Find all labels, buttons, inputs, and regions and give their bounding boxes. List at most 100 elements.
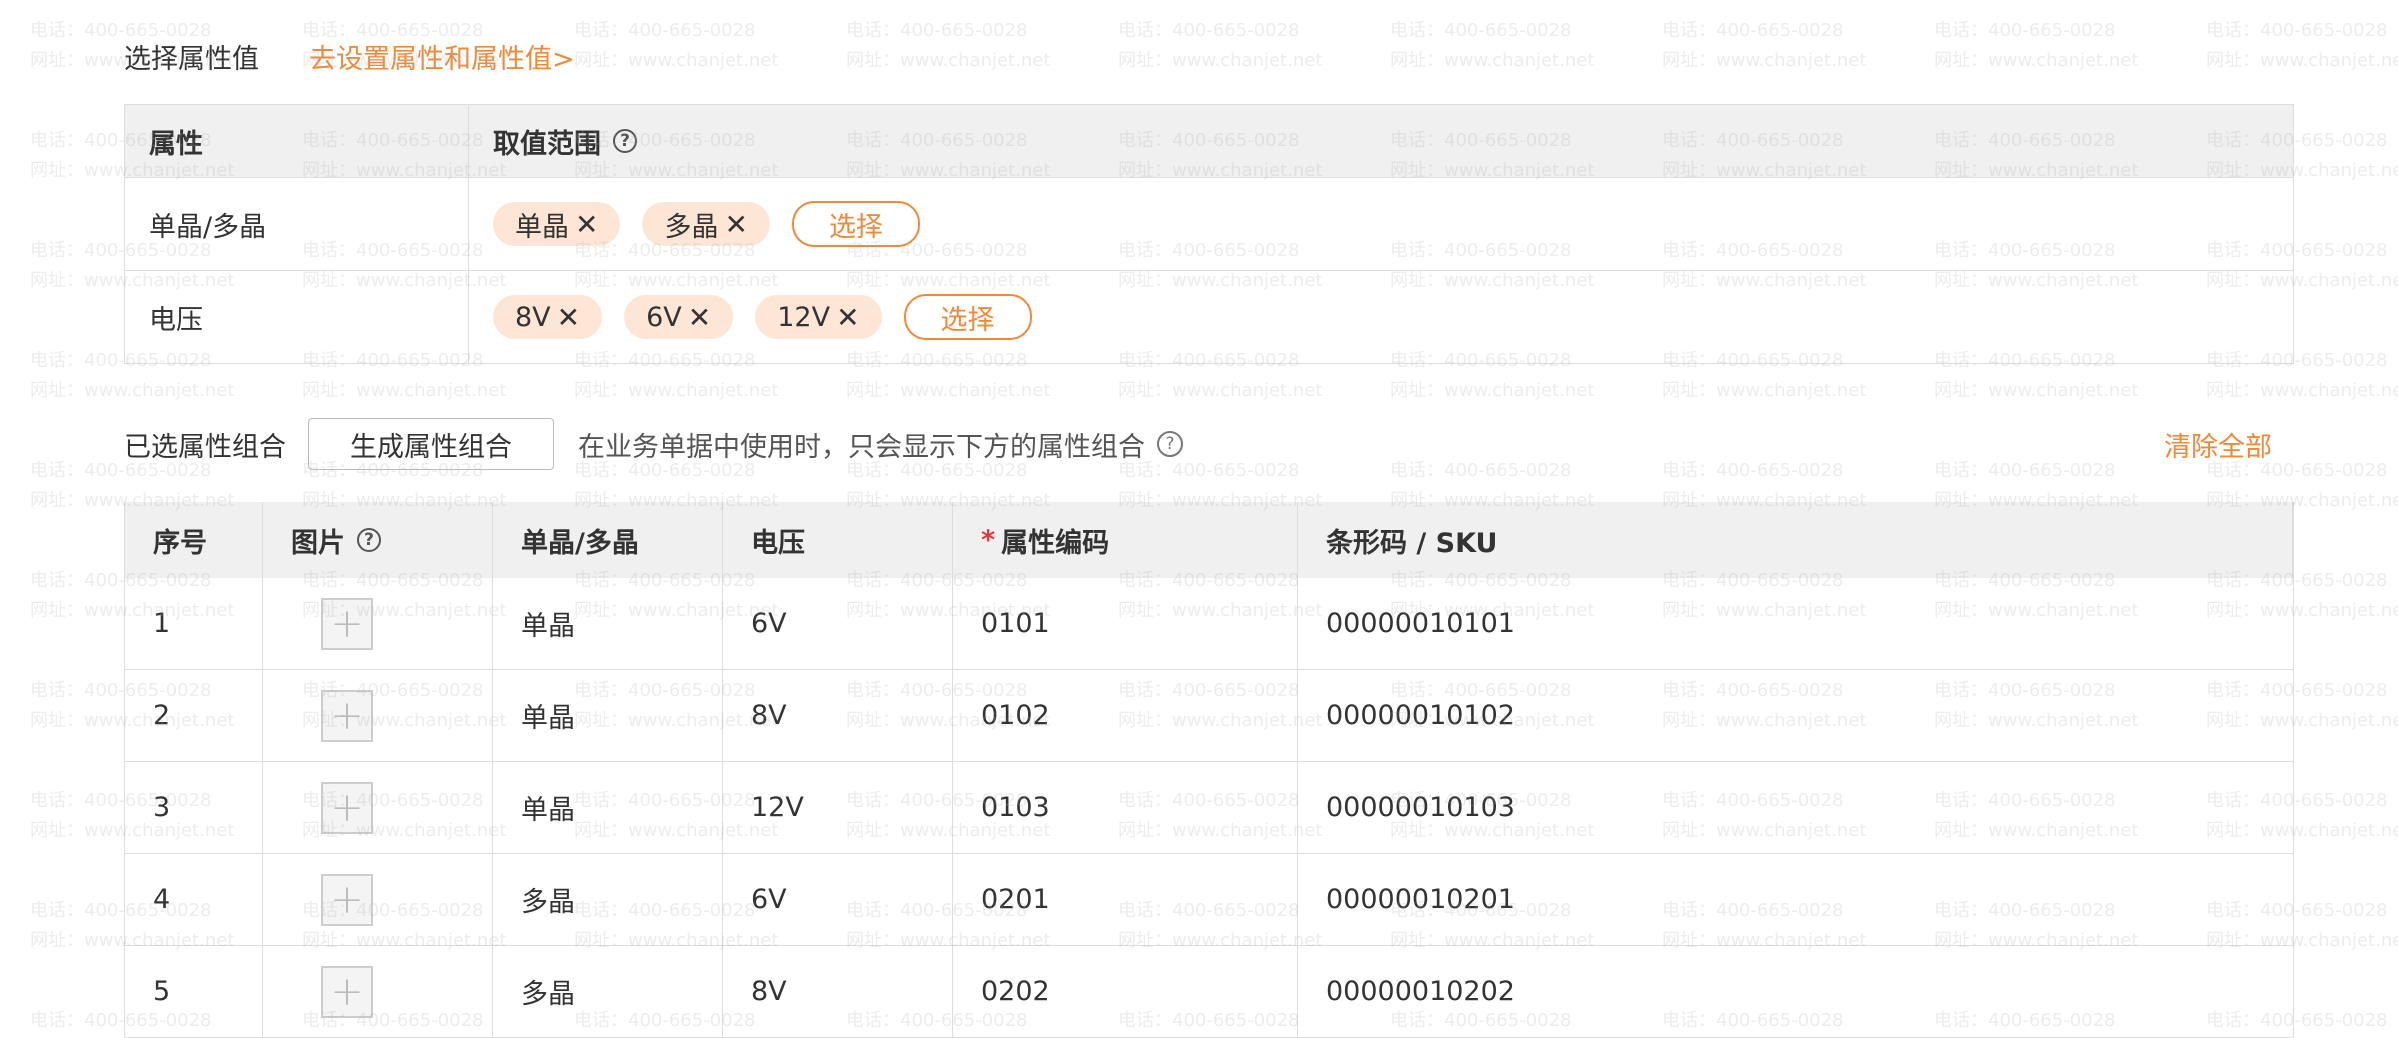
watermark-phone: 电话：400-665-0028 [2206, 20, 2388, 41]
help-icon[interactable]: ? [1157, 431, 1183, 457]
close-icon[interactable]: ✕ [688, 301, 711, 334]
crystal-cell: 单晶 [493, 578, 723, 669]
crystal-cell: 单晶 [493, 670, 723, 761]
watermark-text: 电话：400-665-0028 网址：www.chanjet.net [2206, 16, 2398, 76]
watermark-url: 网址：www.chanjet.net [846, 380, 1051, 401]
barcode-cell[interactable]: 00000010103 [1298, 762, 2293, 853]
select-attribute-label: 选择属性值 [124, 43, 259, 75]
attribute-name-cell: 单晶/多晶 [125, 178, 469, 270]
plus-icon: + [330, 876, 364, 923]
code-cell[interactable]: 0201 [953, 854, 1298, 945]
add-image-button[interactable]: + [321, 781, 373, 834]
value-chip: 6V ✕ [624, 295, 734, 339]
close-icon[interactable]: ✕ [575, 208, 598, 241]
plus-icon: + [330, 784, 364, 831]
watermark-text: 电话：400-665-0028 网址：www.chanjet.net [1662, 16, 1866, 76]
header-index-label: 序号 [153, 527, 207, 559]
watermark-text: 电话：400-665-0028 网址：www.chanjet.net [1390, 16, 1594, 76]
code-value[interactable]: 0103 [981, 792, 1050, 823]
index-cell: 3 [125, 762, 263, 853]
selected-combination-label: 已选属性组合 [124, 431, 286, 463]
code-value[interactable]: 0102 [981, 700, 1050, 731]
watermark-url: 网址：www.chanjet.net [1662, 50, 1867, 71]
generate-combination-button[interactable]: 生成属性组合 [308, 418, 554, 470]
watermark-url: 网址：www.chanjet.net [846, 50, 1051, 71]
barcode-cell[interactable]: 00000010102 [1298, 670, 2293, 761]
help-icon[interactable]: ? [613, 129, 637, 153]
header-code-label: 属性编码 [1001, 527, 1110, 559]
chip-label: 12V [777, 301, 831, 333]
value-chip: 单晶 ✕ [493, 202, 621, 246]
select-values-button[interactable]: 选择 [791, 201, 920, 247]
watermark-url: 网址：www.chanjet.net [302, 380, 507, 401]
close-icon[interactable]: ✕ [836, 301, 859, 334]
combination-hint: 在业务单据中使用时，只会显示下方的属性组合 [578, 431, 1145, 463]
watermark-url: 网址：www.chanjet.net [574, 50, 779, 71]
header-voltage-label: 电压 [751, 527, 805, 559]
barcode-value[interactable]: 00000010202 [1326, 976, 1515, 1007]
row-index: 4 [153, 884, 171, 915]
header-attribute-label: 属性 [149, 128, 203, 160]
barcode-cell[interactable]: 00000010202 [1298, 946, 2293, 1037]
attribute-row-crystal: 单晶/多晶 单晶 ✕ 多晶 ✕ 选择 [125, 178, 2293, 271]
clear-all-link[interactable]: 清除全部 [2164, 425, 2272, 464]
barcode-cell[interactable]: 00000010101 [1298, 578, 2293, 669]
header-image-label: 图片 [291, 527, 345, 559]
watermark-url: 网址：www.chanjet.net [574, 380, 779, 401]
voltage-cell: 8V [723, 946, 953, 1037]
code-cell[interactable]: 0102 [953, 670, 1298, 761]
value-chip: 12V ✕ [755, 295, 882, 339]
header-barcode-label: 条形码 / SKU [1326, 527, 1498, 559]
crystal-value: 多晶 [521, 979, 575, 1010]
row-index: 1 [153, 608, 171, 639]
code-cell[interactable]: 0202 [953, 946, 1298, 1037]
code-value[interactable]: 0101 [981, 608, 1050, 639]
header-range-label: 取值范围 [493, 128, 601, 160]
attribute-table: 属性 取值范围 ? 单晶/多晶 单晶✕ 多晶✕ 选择 电压 8V✕ 6V [124, 104, 2294, 364]
watermark-text: 电话：400-665-0028 网址：www.chanjet.net [574, 16, 778, 76]
table-row: 4 + 多晶 6V 0201 00000010201 [125, 854, 2293, 946]
plus-icon: + [330, 692, 364, 739]
barcode-value[interactable]: 00000010101 [1326, 608, 1515, 639]
voltage-value: 8V [751, 700, 787, 731]
watermark-phone: 电话：400-665-0028 [1934, 20, 2116, 41]
settings-link[interactable]: 去设置属性和属性值> [309, 37, 575, 76]
watermark-url: 网址：www.chanjet.net [2206, 50, 2398, 71]
barcode-value[interactable]: 00000010103 [1326, 792, 1515, 823]
header-image: 图片? [263, 502, 493, 578]
crystal-value: 单晶 [521, 703, 575, 734]
add-image-button[interactable]: + [321, 965, 373, 1018]
voltage-cell: 6V [723, 854, 953, 945]
table-row: 2 + 单晶 8V 0102 00000010102 [125, 670, 2293, 762]
voltage-value: 8V [751, 976, 787, 1007]
voltage-value: 6V [751, 884, 787, 915]
header-barcode: 条形码 / SKU [1298, 502, 2293, 578]
help-icon[interactable]: ? [357, 528, 381, 552]
code-cell[interactable]: 0101 [953, 578, 1298, 669]
code-value[interactable]: 0201 [981, 884, 1050, 915]
barcode-value[interactable]: 00000010201 [1326, 884, 1515, 915]
code-value[interactable]: 0202 [981, 976, 1050, 1007]
table-row: 3 + 单晶 12V 0103 00000010103 [125, 762, 2293, 854]
watermark-url: 网址：www.chanjet.net [1390, 50, 1595, 71]
barcode-cell[interactable]: 00000010201 [1298, 854, 2293, 945]
add-image-button[interactable]: + [321, 873, 373, 926]
attribute-table-header: 属性 取值范围 ? [125, 105, 2293, 178]
watermark-text: 电话：400-665-0028 网址：www.chanjet.net [1118, 16, 1322, 76]
value-chip: 多晶 ✕ [642, 202, 770, 246]
add-image-button[interactable]: + [321, 689, 373, 742]
index-cell: 1 [125, 578, 263, 669]
attribute-values-cell: 8V ✕ 6V ✕ 12V ✕ 选择 [469, 271, 2293, 363]
table-row: 1 + 单晶 6V 0101 00000010101 [125, 578, 2293, 670]
watermark-text: 电话：400-665-0028 网址：www.chanjet.net [1934, 16, 2138, 76]
close-icon[interactable]: ✕ [724, 208, 747, 241]
header-range: 取值范围 ? [469, 105, 2293, 177]
select-values-button[interactable]: 选择 [903, 294, 1032, 340]
chip-label: 8V [515, 301, 551, 333]
select-attribute-row: 选择属性值 去设置属性和属性值> [124, 36, 575, 76]
close-icon[interactable]: ✕ [557, 301, 580, 334]
add-image-button[interactable]: + [321, 597, 373, 650]
barcode-value[interactable]: 00000010102 [1326, 700, 1515, 731]
sku-table: 序号 图片? 单晶/多晶 电压 * 属性编码 条形码 / SKU 1 + 单晶 6… [124, 502, 2294, 1038]
code-cell[interactable]: 0103 [953, 762, 1298, 853]
